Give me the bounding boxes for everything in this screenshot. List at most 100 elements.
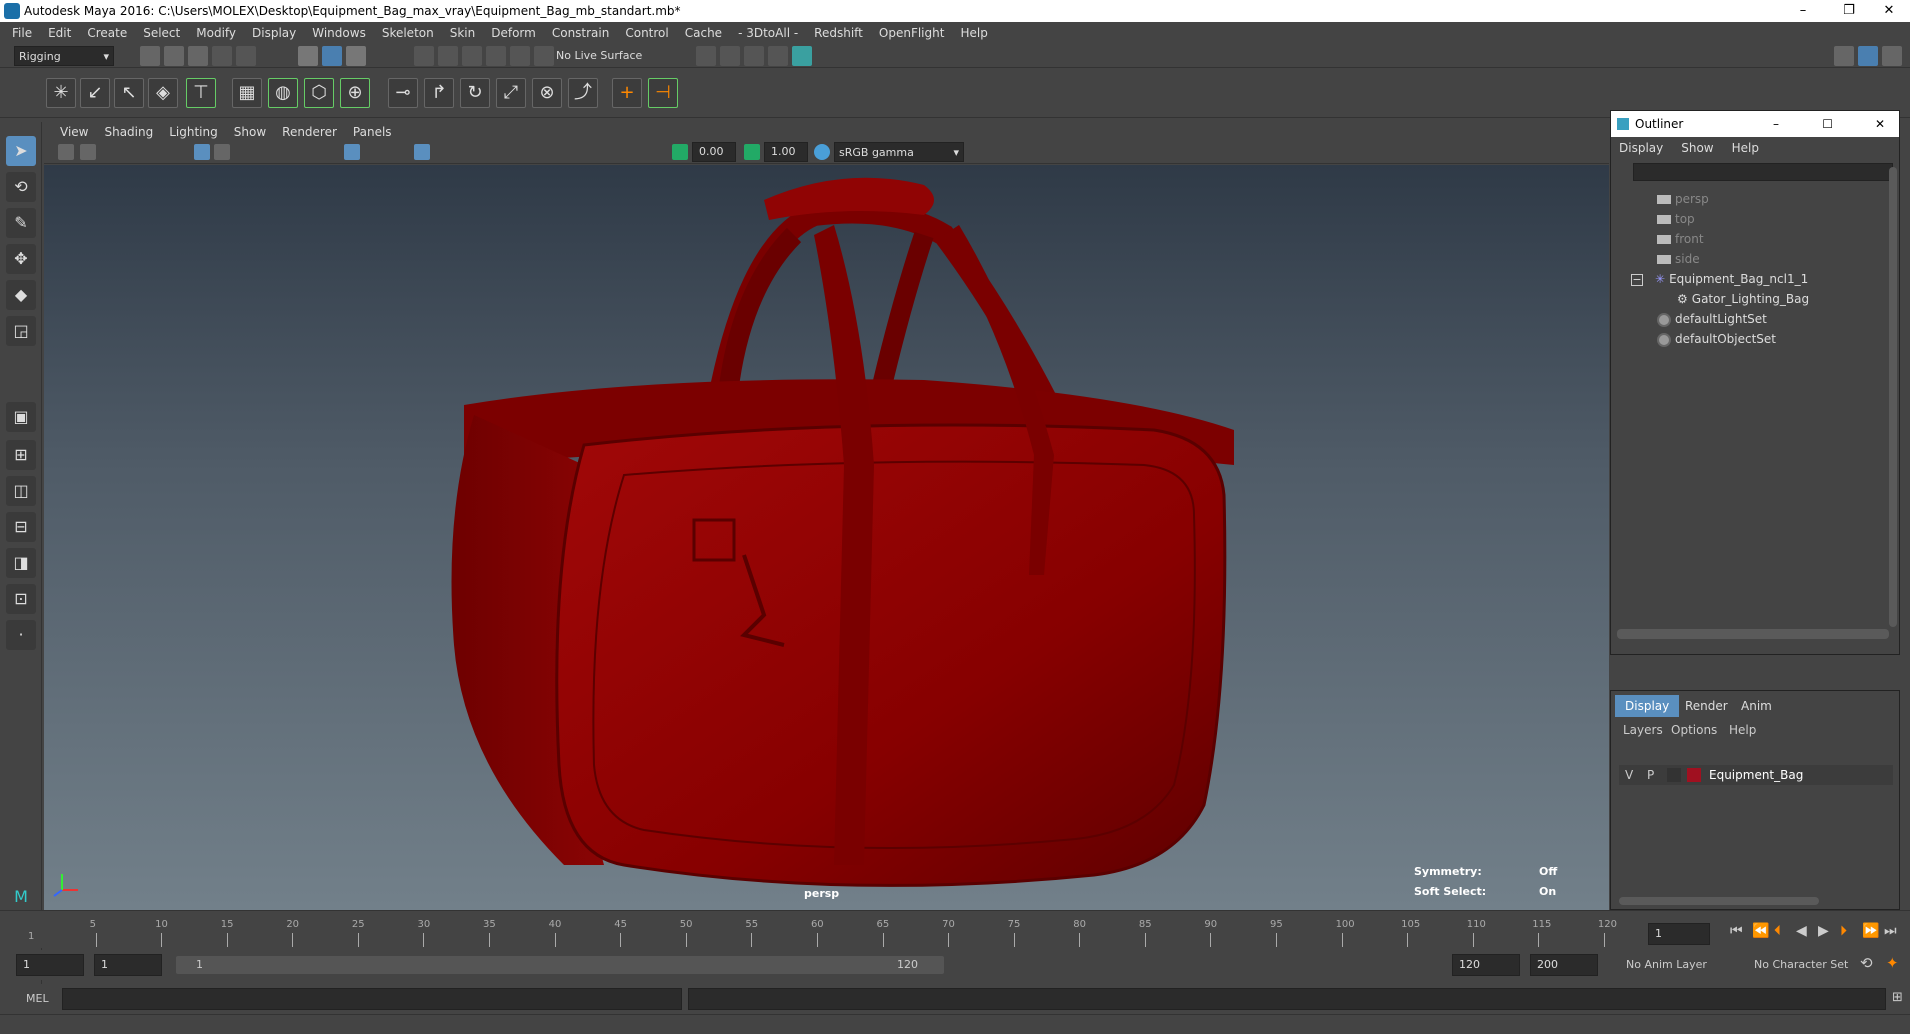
menu-windows[interactable]: Windows [304,26,374,40]
panel-menu-shading[interactable]: Shading [96,125,161,139]
outliner-item-persp[interactable]: persp [1657,189,1709,209]
parent-constraint-icon[interactable]: ⊗ [532,78,562,108]
menu-control[interactable]: Control [617,26,676,40]
select-object-icon[interactable] [322,46,342,66]
render-settings-icon[interactable] [768,46,788,66]
layer-type-toggle[interactable] [1667,768,1681,782]
panel-menu-view[interactable]: View [52,125,96,139]
outliner-item-group[interactable]: − ✳ Equipment_Bag_ncl1_1 [1631,269,1808,289]
live-surface-label[interactable]: No Live Surface [556,49,642,62]
menu-modify[interactable]: Modify [188,26,244,40]
layer-tab-render[interactable]: Render [1675,695,1738,717]
menu-display[interactable]: Display [244,26,304,40]
menu-set-dropdown[interactable]: Rigging ▾ [14,46,114,66]
outliner-item-light-set[interactable]: defaultLightSet [1657,309,1767,329]
open-scene-icon[interactable] [164,46,184,66]
step-back-key-icon[interactable]: ⏪ [1752,923,1769,939]
snap-curve-icon[interactable] [438,46,458,66]
panel-menu-lighting[interactable]: Lighting [161,125,226,139]
menu-cache[interactable]: Cache [677,26,730,40]
point-constraint-icon[interactable]: ⊸ [388,78,418,108]
render-frame-icon[interactable] [720,46,740,66]
camera-select-icon[interactable] [58,144,74,160]
outliner-menu-help[interactable]: Help [1732,141,1759,155]
outliner-menu-display[interactable]: Display [1619,141,1663,155]
close-window-button[interactable]: ✕ [1866,0,1910,22]
view-transform-dropdown[interactable]: sRGB gamma ▾ [834,142,964,162]
new-scene-icon[interactable] [140,46,160,66]
animation-start-field[interactable]: 1 [16,954,84,976]
snap-view-icon[interactable] [486,46,506,66]
select-component-icon[interactable] [346,46,366,66]
save-scene-icon[interactable] [188,46,208,66]
outliner-close-button[interactable]: ✕ [1875,117,1885,131]
menu-deform[interactable]: Deform [483,26,544,40]
menu-select[interactable]: Select [135,26,188,40]
layer-menu-help[interactable]: Help [1729,723,1756,737]
lattice-icon[interactable]: ▦ [232,78,262,108]
scale-tool-icon[interactable]: ◲ [6,316,36,346]
pole-vector-icon[interactable]: ⤴ [568,78,598,108]
outliner-item-front[interactable]: front [1657,229,1704,249]
extra-layout-icon[interactable]: · [6,620,36,650]
exposure-field[interactable]: 0.00 [692,142,736,162]
playback-start-field[interactable]: 1 [94,954,162,976]
persp-graph-layout-icon[interactable]: ⊟ [6,512,36,542]
playback-end-field[interactable]: 120 [1452,954,1520,976]
snap-point-icon[interactable] [462,46,482,66]
hypershade-layout-icon[interactable]: ⊡ [6,584,36,614]
time-slider[interactable]: 1 5 10 15 20 25 30 35 40 45 50 55 60 65 70 75 80 85 90 95 10… [0,910,1910,948]
step-forward-frame-icon[interactable]: ⏵ [1840,923,1847,939]
step-forward-key-icon[interactable]: ⏩ [1862,923,1879,939]
undo-icon[interactable] [212,46,232,66]
command-input[interactable] [62,988,682,1010]
side-by-side-layout-icon[interactable]: ◫ [6,476,36,506]
cluster-icon[interactable]: ◍ [268,78,298,108]
layer-tab-display[interactable]: Display [1615,695,1680,717]
auto-key-icon[interactable]: ⟲ [1860,954,1873,972]
play-backward-icon[interactable]: ◀ [1796,923,1807,939]
hypershade-icon[interactable] [792,46,812,66]
color-management-icon[interactable] [814,144,830,160]
set-key-icon[interactable]: ⊣ [648,78,678,108]
layer-menu-options[interactable]: Options [1671,723,1717,737]
outliner-horizontal-scrollbar[interactable] [1617,629,1889,639]
lasso-tool-icon[interactable]: ⟲ [6,172,36,202]
menu-openflight[interactable]: OpenFlight [871,26,953,40]
layer-color-swatch[interactable] [1687,768,1701,782]
panel-menu-renderer[interactable]: Renderer [274,125,345,139]
layer-row[interactable]: V P Equipment_Bag [1619,765,1893,785]
four-view-layout-icon[interactable]: ⊞ [6,440,36,470]
layer-visibility-toggle[interactable]: V [1625,768,1633,782]
menu-skin[interactable]: Skin [442,26,484,40]
current-frame-field[interactable]: 1 [1648,923,1710,945]
menu-redshift[interactable]: Redshift [806,26,871,40]
joint-tool-icon[interactable]: ✳ [46,78,76,108]
panel-menu-show[interactable]: Show [226,125,274,139]
layer-playback-toggle[interactable]: P [1647,768,1654,782]
paint-select-icon[interactable]: ✎ [6,208,36,238]
smooth-shade-icon[interactable] [344,144,360,160]
animation-end-field[interactable]: 200 [1530,954,1598,976]
exposure-icon[interactable] [672,144,688,160]
outliner-item-top[interactable]: top [1657,209,1695,229]
script-editor-icon[interactable]: ⊞ [1892,990,1903,1005]
menu-edit[interactable]: Edit [40,26,79,40]
outliner-item-mesh[interactable]: ⚙ Gator_Lighting_Bag [1677,289,1809,309]
channel-box-icon[interactable] [1882,46,1902,66]
go-to-start-icon[interactable]: ⏮ [1730,923,1743,939]
locator-icon[interactable]: + [612,78,642,108]
single-perspective-layout-icon[interactable]: ▣ [6,402,36,432]
menu-help[interactable]: Help [952,26,995,40]
xray-icon[interactable] [414,144,430,160]
ipr-render-icon[interactable] [744,46,764,66]
snap-grid-icon[interactable] [414,46,434,66]
film-gate-icon[interactable] [214,144,230,160]
ik-handle-icon[interactable]: ↙ [80,78,110,108]
menu-skeleton[interactable]: Skeleton [374,26,442,40]
magnet-icon[interactable] [534,46,554,66]
minimize-button[interactable]: – [1780,0,1826,22]
menu-constrain[interactable]: Constrain [544,26,618,40]
preferences-icon[interactable]: ✦ [1886,954,1899,972]
select-hierarchy-icon[interactable] [298,46,318,66]
